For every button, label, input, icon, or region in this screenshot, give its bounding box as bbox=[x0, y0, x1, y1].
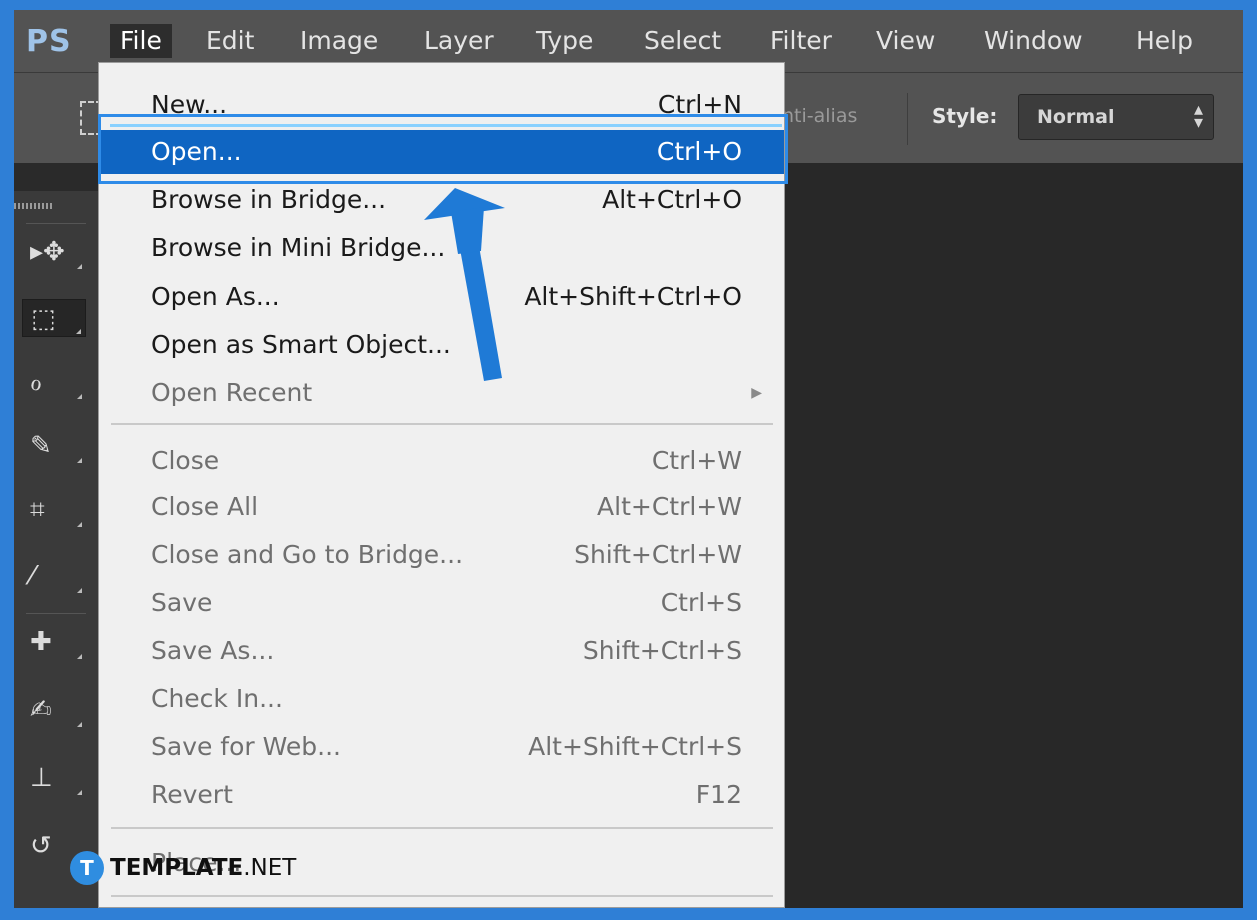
menu-item-shortcut: F12 bbox=[695, 780, 742, 809]
tools-panel: ▸✥ ⬚ ℴ ✎ ⌗ ⁄ ✚ ✍ ⊥ ↺ bbox=[14, 163, 98, 908]
style-label: Style: bbox=[932, 104, 998, 128]
menu-item-shortcut: Ctrl+O bbox=[656, 137, 742, 166]
open-item-outline-highlight bbox=[110, 124, 782, 127]
lasso-tool-icon[interactable]: ℴ bbox=[22, 363, 86, 401]
menu-item-revert[interactable]: Revert F12 bbox=[99, 773, 784, 817]
menu-item-open-as[interactable]: Open As... Alt+Shift+Ctrl+O bbox=[99, 275, 784, 319]
menu-separator bbox=[111, 423, 773, 425]
menu-item-open[interactable]: Open... Ctrl+O bbox=[99, 130, 784, 174]
brand-suffix: .NET bbox=[243, 855, 297, 881]
tools-panel-grip[interactable] bbox=[14, 203, 54, 209]
menu-item-label: Open As... bbox=[151, 282, 280, 311]
menu-type[interactable]: Type bbox=[526, 24, 603, 58]
brush-tool-icon[interactable]: ✍ bbox=[22, 691, 86, 729]
photoshop-logo: PS bbox=[26, 24, 72, 59]
menu-item-shortcut: Ctrl+S bbox=[660, 588, 742, 617]
menu-image[interactable]: Image bbox=[290, 24, 388, 58]
tools-separator bbox=[26, 223, 86, 224]
tool-flyout-corner-icon bbox=[77, 458, 82, 463]
style-select-value: Normal bbox=[1037, 106, 1115, 128]
tool-flyout-corner-icon bbox=[77, 264, 82, 269]
menu-window[interactable]: Window bbox=[974, 24, 1093, 58]
menu-item-label: Save bbox=[151, 588, 213, 617]
menu-item-label: Open... bbox=[151, 137, 242, 166]
menu-item-shortcut: Alt+Shift+Ctrl+S bbox=[528, 732, 742, 761]
submenu-arrow-icon: ▶ bbox=[751, 385, 762, 401]
menu-item-shortcut: Shift+Ctrl+W bbox=[574, 540, 742, 569]
menu-item-shortcut: Alt+Ctrl+W bbox=[597, 492, 742, 521]
tool-flyout-corner-icon bbox=[77, 654, 82, 659]
menu-item-close-and-go-to-bridge[interactable]: Close and Go to Bridge... Shift+Ctrl+W bbox=[99, 533, 784, 577]
crop-tool-icon[interactable]: ⌗ bbox=[22, 491, 86, 529]
menu-edit[interactable]: Edit bbox=[196, 24, 264, 58]
menu-item-new[interactable]: New... Ctrl+N bbox=[99, 83, 784, 127]
tool-flyout-corner-icon bbox=[76, 329, 81, 334]
menu-item-label: Save for Web... bbox=[151, 732, 341, 761]
menu-item-shortcut: Alt+Ctrl+O bbox=[602, 185, 742, 214]
menu-item-open-recent[interactable]: Open Recent ▶ bbox=[99, 371, 784, 415]
tool-flyout-corner-icon bbox=[77, 722, 82, 727]
menu-item-check-in[interactable]: Check In... bbox=[99, 677, 784, 721]
menu-layer[interactable]: Layer bbox=[414, 24, 504, 58]
menu-item-save[interactable]: Save Ctrl+S bbox=[99, 581, 784, 625]
eyedropper-tool-icon[interactable]: ⁄ bbox=[22, 557, 86, 595]
menu-item-label: Open as Smart Object... bbox=[151, 330, 451, 359]
menu-item-save-for-web[interactable]: Save for Web... Alt+Shift+Ctrl+S bbox=[99, 725, 784, 769]
menu-item-close[interactable]: Close Ctrl+W bbox=[99, 439, 784, 483]
options-divider bbox=[907, 93, 908, 145]
menu-item-browse-in-mini-bridge[interactable]: Browse in Mini Bridge... bbox=[99, 226, 784, 270]
spot-healing-brush-tool-icon[interactable]: ✚ bbox=[22, 623, 86, 661]
template-net-watermark: T TEMPLATE.NET bbox=[70, 846, 296, 890]
select-arrows-icon: ▴ ▾ bbox=[1193, 99, 1203, 133]
menu-item-label: Browse in Bridge... bbox=[151, 185, 387, 214]
template-net-brand: TEMPLATE.NET bbox=[110, 855, 296, 881]
tools-panel-header[interactable] bbox=[14, 163, 98, 191]
tool-flyout-corner-icon bbox=[77, 588, 82, 593]
brand-bold: TEMPLATE bbox=[110, 855, 244, 881]
tools-separator bbox=[26, 613, 86, 614]
template-net-badge-icon: T bbox=[70, 851, 104, 885]
menu-item-shortcut: Alt+Shift+Ctrl+O bbox=[524, 282, 742, 311]
menu-item-label: Close bbox=[151, 446, 220, 475]
menu-item-label: Close and Go to Bridge... bbox=[151, 540, 464, 569]
menu-separator bbox=[111, 895, 773, 897]
menu-help[interactable]: Help bbox=[1126, 24, 1203, 58]
menu-item-close-all[interactable]: Close All Alt+Ctrl+W bbox=[99, 485, 784, 529]
clone-stamp-tool-icon[interactable]: ⊥ bbox=[22, 759, 86, 797]
menu-item-label: Open Recent bbox=[151, 378, 313, 407]
menu-item-shortcut: Ctrl+W bbox=[651, 446, 742, 475]
menu-view[interactable]: View bbox=[866, 24, 945, 58]
menu-item-open-as-smart-object[interactable]: Open as Smart Object... bbox=[99, 323, 784, 367]
menu-item-shortcut: Ctrl+N bbox=[657, 90, 742, 119]
tool-flyout-corner-icon bbox=[77, 790, 82, 795]
tool-flyout-corner-icon bbox=[77, 394, 82, 399]
file-menu-dropdown: New... Ctrl+N Open... Ctrl+O Browse in Bridg… bbox=[98, 62, 785, 908]
rectangular-marquee-tool-icon[interactable]: ⬚ bbox=[22, 299, 86, 337]
tool-flyout-corner-icon bbox=[77, 522, 82, 527]
menu-item-label: Close All bbox=[151, 492, 259, 521]
menu-item-label: Save As... bbox=[151, 636, 275, 665]
photoshop-window: PS File Edit Image Layer Type Select Fil… bbox=[14, 10, 1243, 908]
menu-filter[interactable]: Filter bbox=[760, 24, 842, 58]
menu-separator bbox=[111, 827, 773, 829]
menu-select[interactable]: Select bbox=[634, 24, 731, 58]
menu-item-label: New... bbox=[151, 90, 228, 119]
menu-item-save-as[interactable]: Save As... Shift+Ctrl+S bbox=[99, 629, 784, 673]
menu-file[interactable]: File bbox=[110, 24, 172, 58]
menu-item-label: Check In... bbox=[151, 684, 283, 713]
quick-selection-tool-icon[interactable]: ✎ bbox=[22, 427, 86, 465]
menu-item-browse-in-bridge[interactable]: Browse in Bridge... Alt+Ctrl+O bbox=[99, 178, 784, 222]
anti-alias-label: nti-alias bbox=[782, 105, 858, 127]
style-select[interactable]: Normal ▴ ▾ bbox=[1018, 94, 1214, 140]
menu-item-label: Browse in Mini Bridge... bbox=[151, 233, 446, 262]
menu-item-label: Revert bbox=[151, 780, 233, 809]
move-tool-icon[interactable]: ▸✥ bbox=[22, 233, 86, 271]
menu-item-shortcut: Shift+Ctrl+S bbox=[582, 636, 742, 665]
